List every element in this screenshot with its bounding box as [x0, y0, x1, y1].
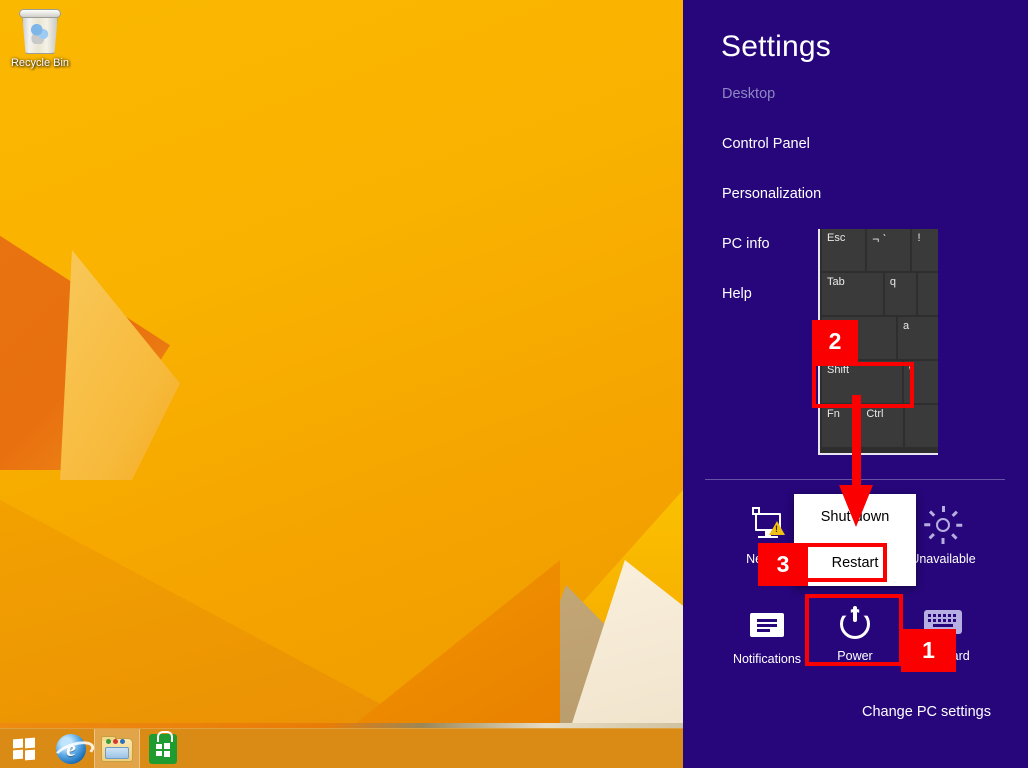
windows-logo-icon	[13, 738, 35, 760]
settings-link-pc-info[interactable]: PC info	[722, 236, 770, 252]
recycle-bin-icon	[18, 8, 62, 54]
taskbar-windows-store-button[interactable]	[140, 729, 186, 768]
quick-setting-notifications[interactable]: Notifications	[720, 605, 814, 666]
page-title: Settings	[721, 30, 831, 64]
screen: Recycle Bin e	[0, 0, 1028, 768]
notifications-icon	[750, 613, 784, 637]
quick-setting-label: Power	[808, 649, 902, 663]
keyboard-row: Tab q	[820, 273, 938, 315]
annotation-badge-3: 3	[758, 543, 808, 586]
desktop-icon-label: Recycle Bin	[8, 57, 72, 70]
key-win-partial[interactable]	[905, 405, 938, 447]
internet-explorer-icon: e	[56, 734, 86, 764]
taskbar[interactable]: e	[0, 728, 683, 768]
network-warning-icon	[749, 509, 789, 541]
desktop-icon-recycle-bin[interactable]: Recycle Bin	[8, 6, 72, 70]
keyboard-row: Shift \	[820, 361, 938, 403]
annotation-badge-2: 2	[812, 320, 858, 362]
quick-setting-power[interactable]: Power	[808, 602, 902, 663]
key-tab[interactable]: Tab	[822, 273, 883, 315]
settings-link-control-panel[interactable]: Control Panel	[722, 136, 810, 152]
key-ctrl[interactable]: Ctrl	[861, 405, 902, 447]
store-bag-icon	[149, 734, 177, 764]
keyboard-row: Esc ¬ ˋ !	[820, 229, 938, 271]
settings-link-desktop[interactable]: Desktop	[722, 86, 775, 102]
taskbar-file-explorer-button[interactable]	[94, 729, 140, 768]
settings-link-help[interactable]: Help	[722, 286, 752, 302]
annotation-arrow-shift-to-shutdown	[848, 395, 864, 525]
folder-icon	[101, 736, 133, 762]
key-grave[interactable]: ¬ ˋ	[867, 229, 910, 271]
settings-link-personalization[interactable]: Personalization	[722, 186, 821, 202]
menu-item-restart[interactable]: Restart	[794, 540, 916, 586]
key-exclamation[interactable]: !	[912, 229, 938, 271]
desktop[interactable]: Recycle Bin e	[0, 0, 683, 768]
quick-setting-label: Notifications	[720, 652, 814, 666]
keyboard-row: Fn Ctrl	[820, 405, 938, 447]
key-a[interactable]: a	[898, 317, 938, 359]
taskbar-start-button[interactable]	[0, 729, 48, 768]
key-w-partial[interactable]	[918, 273, 938, 315]
key-esc[interactable]: Esc	[822, 229, 865, 271]
annotation-badge-1: 1	[901, 629, 956, 672]
key-backslash[interactable]: \	[904, 361, 938, 403]
power-icon	[837, 604, 873, 640]
key-q[interactable]: q	[885, 273, 916, 315]
taskbar-internet-explorer-button[interactable]: e	[48, 729, 94, 768]
brightness-sun-icon	[924, 506, 962, 544]
change-pc-settings-link[interactable]: Change PC settings	[862, 704, 991, 720]
